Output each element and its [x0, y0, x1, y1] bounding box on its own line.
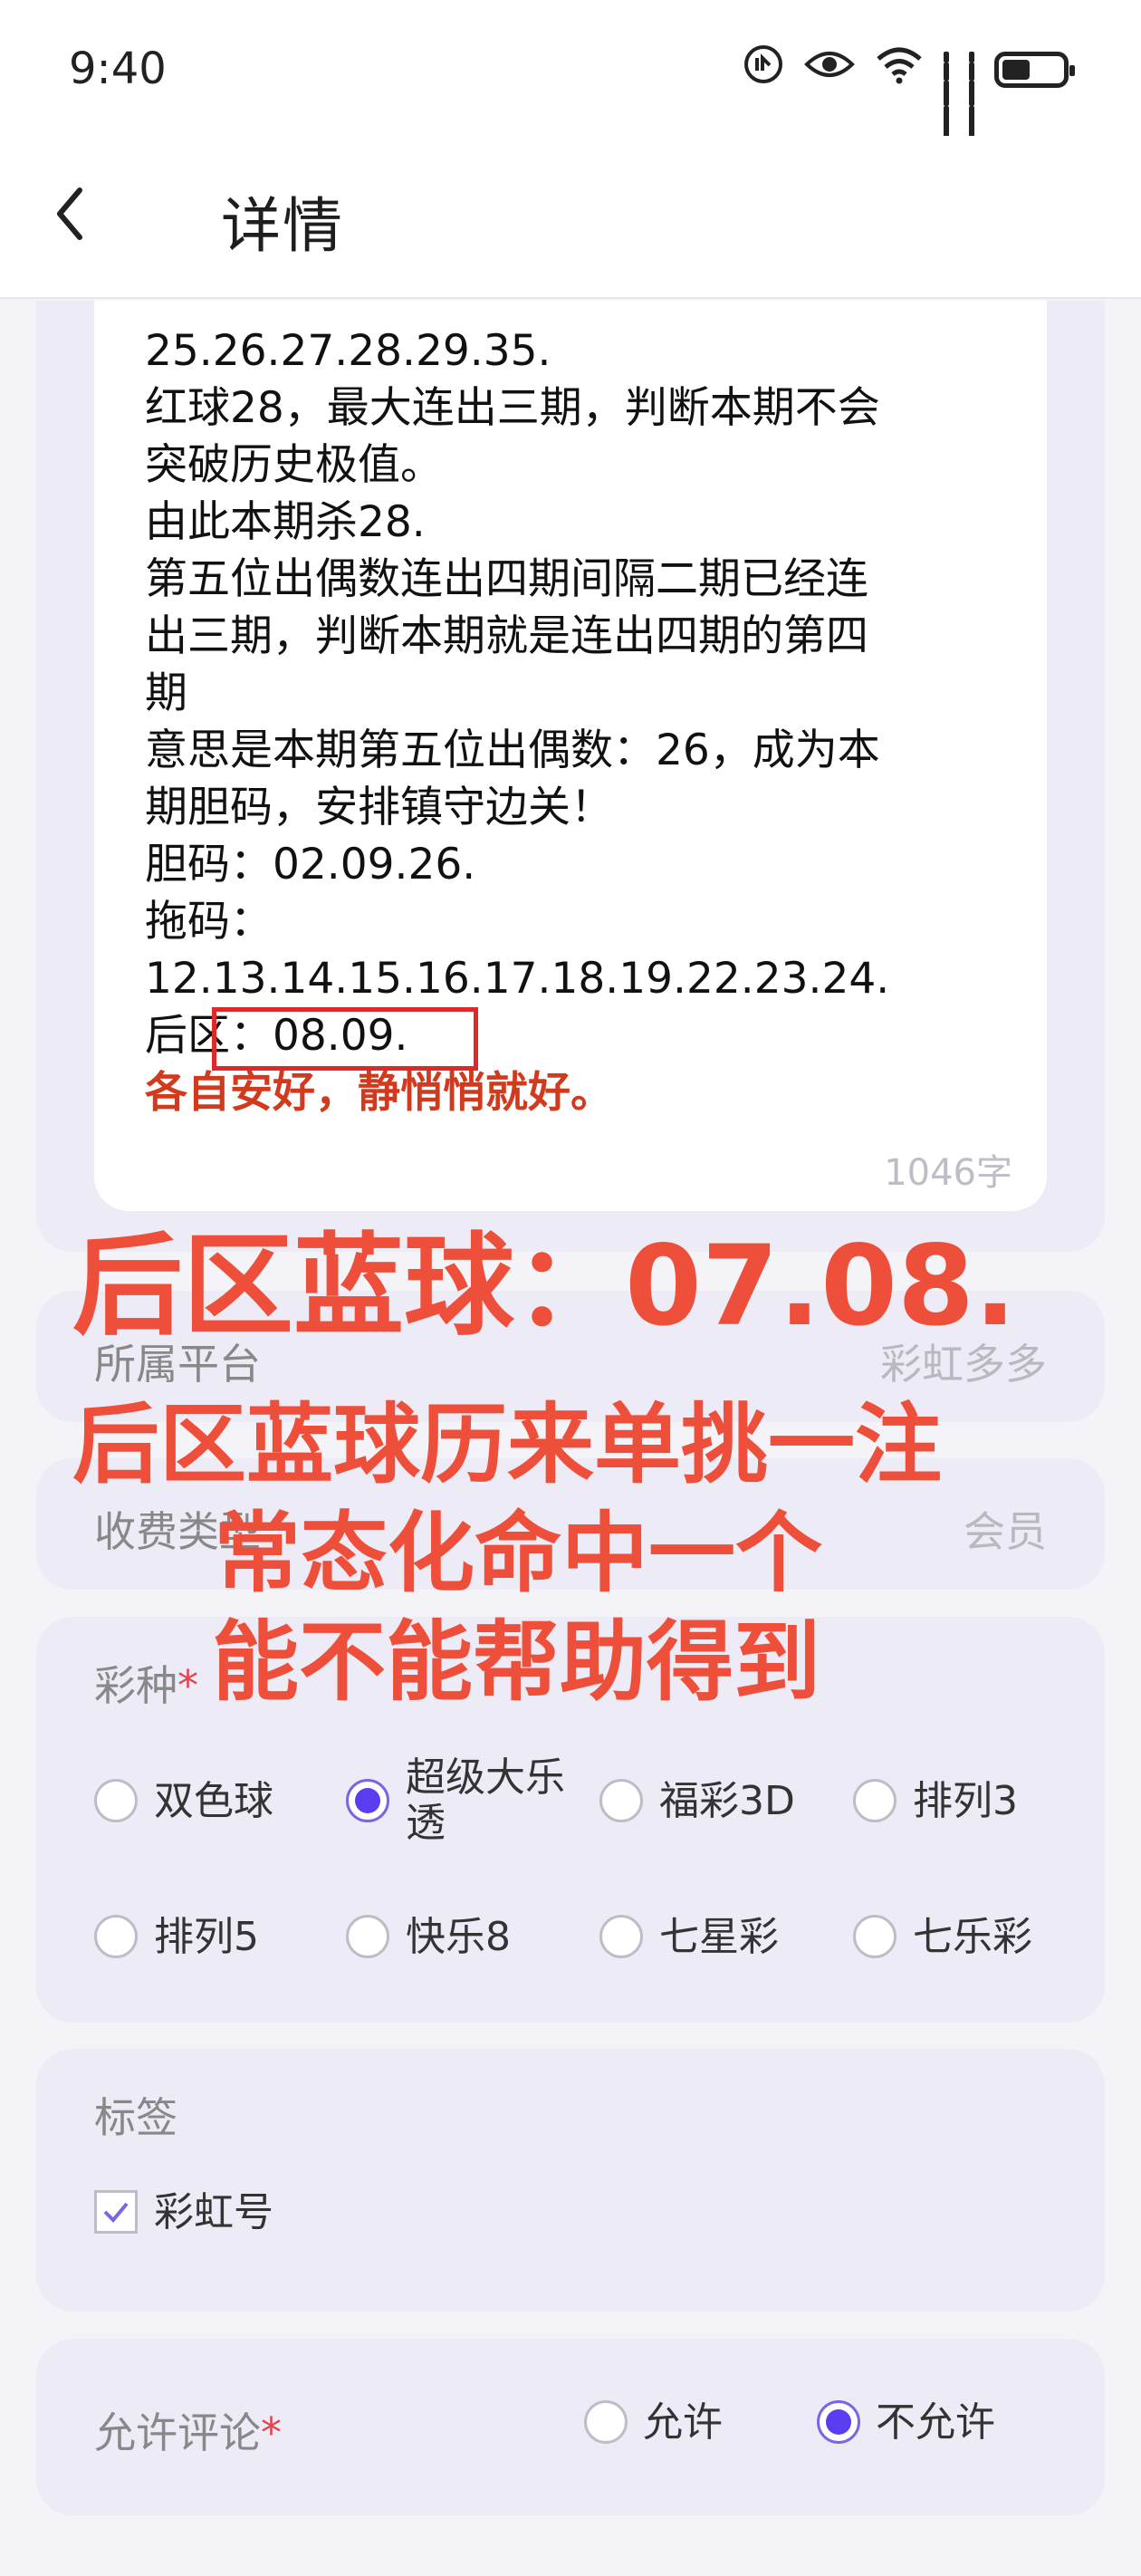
content-line: 拖码：: [145, 897, 273, 947]
radio-qilecai[interactable]: [853, 1915, 896, 1958]
radio-label: 福彩3D: [659, 1778, 795, 1824]
radio-qixingcai[interactable]: [599, 1915, 643, 1958]
content-line: 第五位出偶数连出四期间隔二期已经连: [145, 554, 868, 604]
notification-icon: [743, 43, 784, 96]
status-time: 9:40: [69, 43, 167, 94]
content-line: 期胆码，安排镇守边关！: [145, 783, 613, 832]
content-line: 意思是本期第五位出偶数：26，成为本: [145, 726, 880, 775]
check-icon: [103, 2202, 129, 2223]
content-line: 出三期，判断本期就是连出四期的第四: [145, 611, 868, 661]
closing-line: 各自安好，静悄悄就好。: [145, 1068, 613, 1118]
radio-label: 允许: [643, 2399, 723, 2446]
tag-label: 彩虹号: [154, 2189, 273, 2235]
content-line: 25.26.27.28.29.35.: [145, 326, 551, 376]
tags-label: 标签: [94, 2093, 177, 2142]
status-bar: 9:40: [0, 0, 1141, 139]
radio-pailie5[interactable]: [94, 1915, 138, 1958]
radio-label: 七星彩: [659, 1914, 779, 1960]
content-line: 由此本期杀28.: [145, 497, 426, 547]
chevron-left-icon: [57, 187, 82, 240]
radio-label: 排列5: [154, 1914, 259, 1960]
radio-label: 不允许: [876, 2399, 995, 2446]
overlay-line-1: 后区蓝球：07.08.: [72, 1222, 1017, 1350]
overlay-line-4: 能不能帮助得到: [212, 1611, 820, 1713]
nav-bar: [0, 136, 1141, 299]
radio-shuangseqiu[interactable]: [94, 1779, 138, 1822]
radio-fucai3d[interactable]: [599, 1779, 643, 1822]
radio-kuaile8[interactable]: [346, 1915, 389, 1958]
radio-daletou[interactable]: [346, 1779, 389, 1822]
back-button[interactable]: [47, 178, 92, 250]
content-line: 期: [145, 668, 187, 718]
content-line: 突破历史极值。: [145, 440, 443, 490]
eye-icon: [804, 46, 855, 93]
battery-icon: [994, 52, 1075, 88]
comment-label: 允许评论*: [94, 2408, 282, 2457]
fee-value: 会员: [964, 1507, 1047, 1556]
post-content: 25.26.27.28.29.35. 红球28，最大连出三期，判断本期不会 突破…: [145, 322, 1005, 1121]
highlight-box: [212, 1007, 478, 1071]
overlay-line-3: 常态化命中一个: [214, 1503, 822, 1604]
radio-label: 双色球: [154, 1778, 273, 1824]
overlay-line-2: 后区蓝球历来单挑一注: [72, 1394, 942, 1495]
signal-icon: [944, 52, 949, 139]
content-line: 胆码：02.09.26.: [145, 840, 476, 889]
content-line: 红球28，最大连出三期，判断本期不会: [145, 383, 880, 433]
radio-label: 排列3: [913, 1778, 1018, 1824]
radio-label: 七乐彩: [913, 1914, 1032, 1960]
signal-icon-2: [969, 52, 974, 139]
status-icons: [743, 44, 1075, 139]
word-count: 1046字: [884, 1152, 1012, 1194]
radio-allow[interactable]: [584, 2400, 628, 2444]
content-line: 12.13.14.15.16.17.18.19.22.23.24.: [145, 954, 890, 1004]
tag-checkbox[interactable]: [94, 2190, 138, 2234]
radio-pailie3[interactable]: [853, 1779, 896, 1822]
radio-label: 超级大乐 透: [406, 1754, 565, 1846]
wifi-icon: [875, 44, 924, 95]
radio-label: 快乐8: [406, 1914, 511, 1960]
lottery-label: 彩种*: [94, 1661, 198, 1710]
tags-card: [36, 2049, 1105, 2312]
page-title: 详情: [221, 191, 344, 261]
radio-disallow[interactable]: [817, 2400, 860, 2444]
